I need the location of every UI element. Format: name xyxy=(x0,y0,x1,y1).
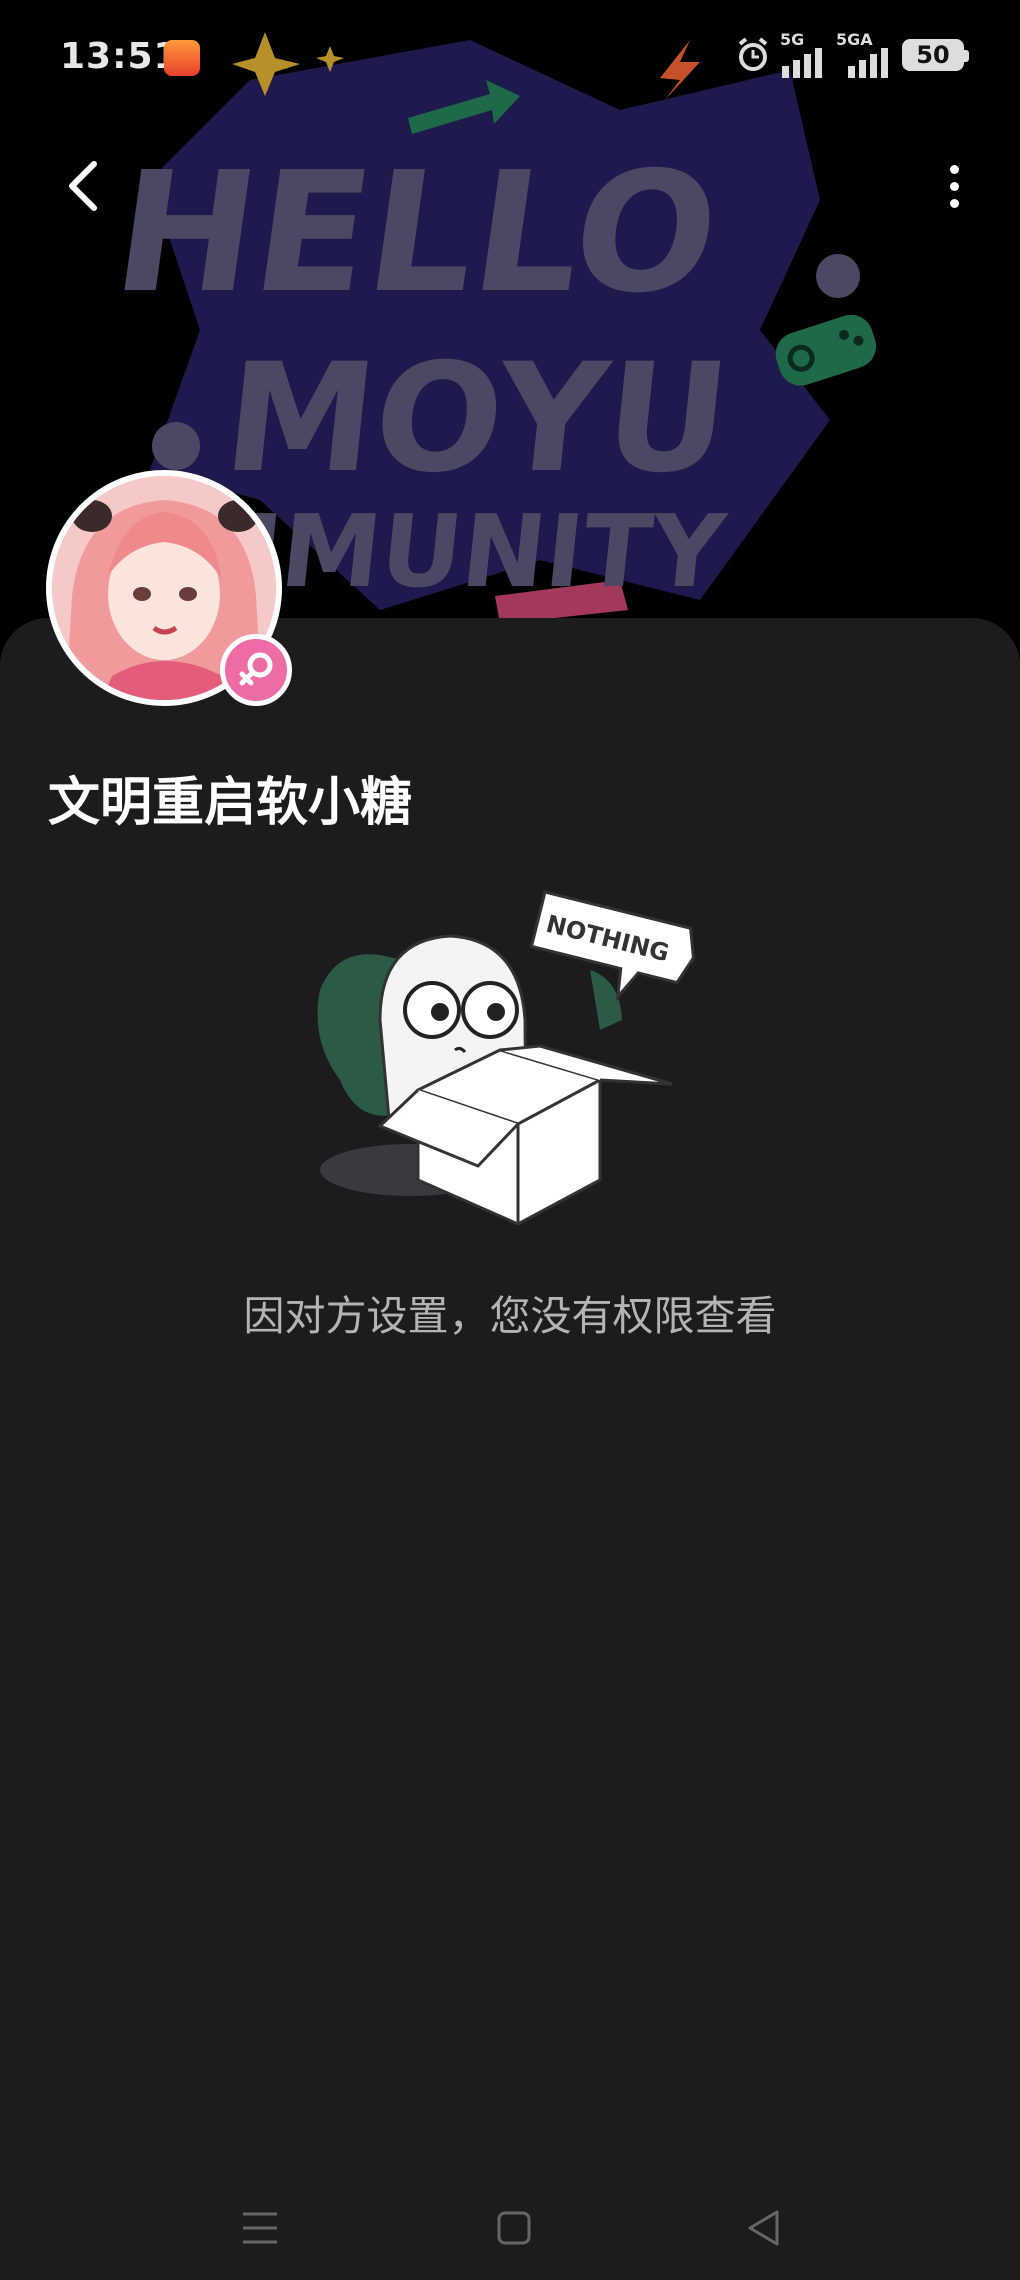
home-button[interactable] xyxy=(484,2198,544,2258)
female-icon xyxy=(239,652,273,686)
navigation-bar xyxy=(0,2180,1020,2280)
more-vertical-icon xyxy=(949,164,959,174)
menu-icon xyxy=(243,2212,277,2244)
back-nav-button[interactable] xyxy=(734,2198,794,2258)
signal-group-1: 5G xyxy=(780,32,826,78)
app-icon xyxy=(164,40,200,76)
menu-button[interactable] xyxy=(230,2198,290,2258)
banner-text-hello: HELLO xyxy=(104,137,730,330)
network-label: 5GA xyxy=(836,30,873,49)
network-label: 5G xyxy=(780,30,805,49)
status-time: 13:51 xyxy=(60,36,180,77)
no-permission-message: 因对方设置，您没有权限查看 xyxy=(243,1292,777,1340)
banner-text-moyu: MOYU xyxy=(217,331,737,506)
battery-level: 50 xyxy=(916,41,950,69)
circle-decoration xyxy=(152,422,200,470)
profile-card xyxy=(0,618,1020,2280)
home-icon xyxy=(497,2211,531,2245)
gamepad-icon xyxy=(775,314,877,386)
battery-icon: 50 xyxy=(902,39,969,71)
back-triangle-icon xyxy=(748,2210,779,2246)
alarm-icon xyxy=(738,37,768,71)
back-button[interactable] xyxy=(52,150,116,222)
empty-state-illustration: NOTHING xyxy=(317,890,696,1226)
status-bar: 13:51 5G 5GA 50 xyxy=(0,0,1020,120)
signal-group-2: 5GA xyxy=(836,32,892,78)
gender-badge xyxy=(220,634,292,706)
signal-icon xyxy=(782,48,822,78)
status-icons: 5G 5GA 50 xyxy=(736,32,969,78)
signal-icon xyxy=(848,48,888,78)
chevron-left-icon xyxy=(69,161,97,211)
circle-decoration xyxy=(816,254,860,298)
username: 文明重启软小糖 xyxy=(48,773,413,833)
more-options-button[interactable] xyxy=(930,150,978,222)
